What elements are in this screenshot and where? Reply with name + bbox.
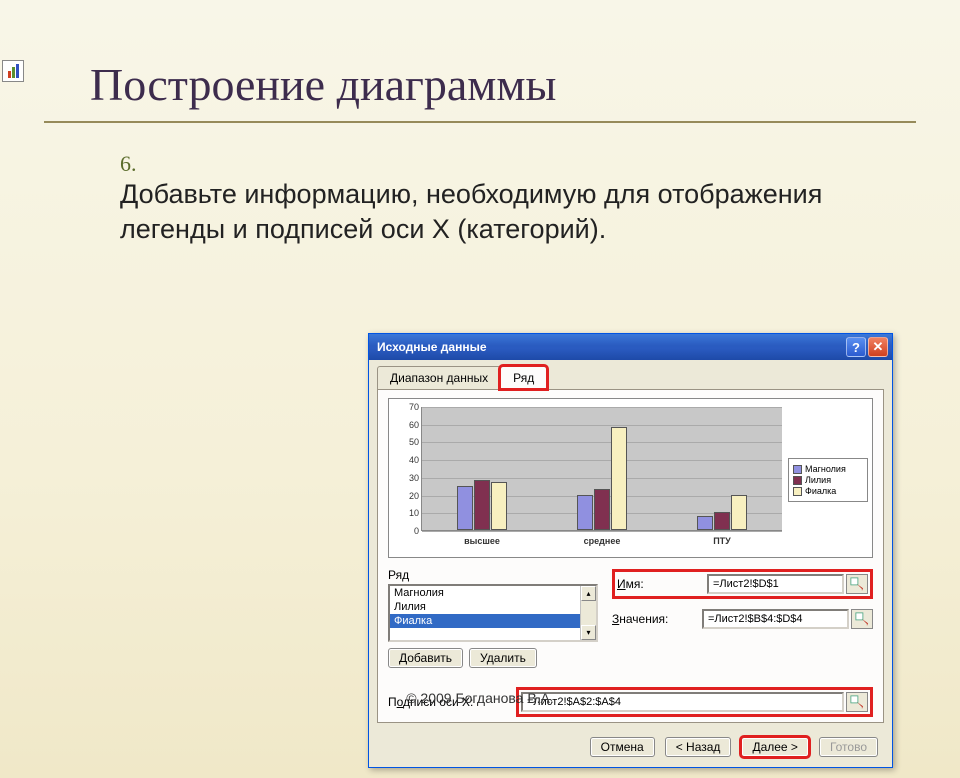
dialog-button-row: Отмена < Назад Далее > Готово bbox=[369, 731, 892, 767]
chart-app-icon bbox=[2, 60, 24, 82]
title-rule bbox=[44, 121, 916, 123]
name-row-highlight: Имя: =Лист2!$D$1 bbox=[612, 569, 873, 599]
scroll-up-icon[interactable]: ▴ bbox=[581, 586, 596, 601]
list-text: Добавьте информацию, необходимую для ото… bbox=[120, 177, 860, 247]
back-button[interactable]: < Назад bbox=[665, 737, 732, 757]
tab-body: 010203040506070 высшеесреднееПТУ Магноли… bbox=[377, 389, 884, 723]
close-button[interactable]: ✕ bbox=[868, 337, 888, 357]
remove-series-button[interactable]: Удалить bbox=[469, 648, 537, 668]
scrollbar[interactable]: ▴ ▾ bbox=[580, 586, 596, 640]
range-picker-icon[interactable] bbox=[846, 574, 868, 594]
range-picker-icon[interactable] bbox=[851, 609, 873, 629]
values-label: Значения: bbox=[612, 612, 702, 626]
plot-area: высшеесреднееПТУ bbox=[421, 407, 782, 531]
cancel-button[interactable]: Отмена bbox=[590, 737, 655, 757]
tab-series[interactable]: Ряд bbox=[500, 366, 547, 389]
y-axis: 010203040506070 bbox=[397, 407, 421, 553]
tab-strip: Диапазон данных Ряд bbox=[369, 360, 892, 389]
name-label: Имя: bbox=[617, 577, 707, 591]
tab-data-range[interactable]: Диапазон данных bbox=[377, 366, 501, 389]
name-input[interactable]: =Лист2!$D$1 bbox=[707, 574, 844, 594]
content-block: 6. Добавьте информацию, необходимую для … bbox=[120, 151, 900, 247]
page-title: Построение диаграммы bbox=[90, 58, 960, 111]
next-button[interactable]: Далее > bbox=[741, 737, 809, 757]
finish-button[interactable]: Готово bbox=[819, 737, 878, 757]
series-listbox[interactable]: МагнолияЛилияФиалка ▴ ▾ bbox=[388, 584, 598, 642]
scroll-down-icon[interactable]: ▾ bbox=[581, 625, 596, 640]
dialog-title: Исходные данные bbox=[377, 340, 487, 354]
help-button[interactable]: ? bbox=[846, 337, 866, 357]
copyright: © 2009 Богданова В.А. bbox=[0, 690, 960, 706]
dialog-titlebar[interactable]: Исходные данные ? ✕ bbox=[369, 334, 892, 360]
series-list-label: Ряд bbox=[388, 568, 478, 582]
legend: МагнолияЛилияФиалка bbox=[788, 458, 868, 502]
values-input[interactable]: =Лист2!$B$4:$D$4 bbox=[702, 609, 849, 629]
chart-preview: 010203040506070 высшеесреднееПТУ Магноли… bbox=[388, 398, 873, 558]
add-series-button[interactable]: Добавить bbox=[388, 648, 463, 668]
list-number: 6. bbox=[120, 151, 164, 177]
